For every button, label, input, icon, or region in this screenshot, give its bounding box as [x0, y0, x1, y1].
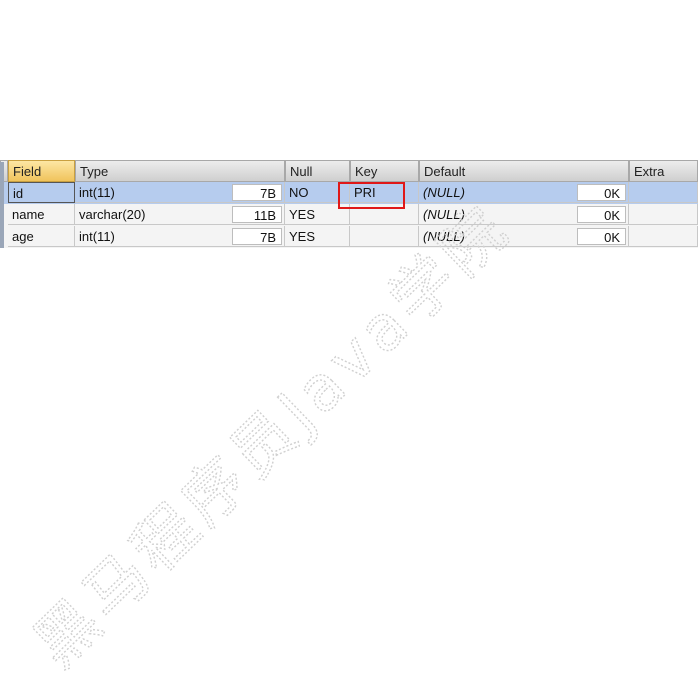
default-size-box: 0K: [577, 184, 626, 201]
row-selector-bar: [0, 162, 4, 248]
primary-key-highlight: [338, 182, 405, 209]
field-cell[interactable]: id: [8, 182, 75, 203]
column-header-type[interactable]: Type: [75, 160, 285, 182]
column-header-null[interactable]: Null: [285, 160, 350, 182]
null-cell[interactable]: YES: [285, 226, 350, 247]
default-size-box: 0K: [577, 228, 626, 245]
default-size-box: 0K: [577, 206, 626, 223]
field-cell[interactable]: name: [8, 204, 75, 225]
watermark: 黑马程序员Java学院: [19, 189, 525, 681]
table-row[interactable]: age int(11) 7B YES (NULL) 0K: [0, 226, 698, 248]
type-size-box: 7B: [232, 228, 282, 245]
column-header-field[interactable]: Field: [8, 160, 75, 182]
column-header-key[interactable]: Key: [350, 160, 419, 182]
field-cell[interactable]: age: [8, 226, 75, 247]
type-size-box: 11B: [232, 206, 282, 223]
extra-cell[interactable]: [629, 226, 698, 247]
watermark-text: 黑马程序员Java学院: [20, 190, 525, 681]
type-size-box: 7B: [232, 184, 282, 201]
column-header-default[interactable]: Default: [419, 160, 629, 182]
column-header-extra[interactable]: Extra: [629, 160, 698, 182]
key-cell[interactable]: [350, 226, 419, 247]
extra-cell[interactable]: [629, 204, 698, 225]
extra-cell[interactable]: [629, 182, 698, 203]
